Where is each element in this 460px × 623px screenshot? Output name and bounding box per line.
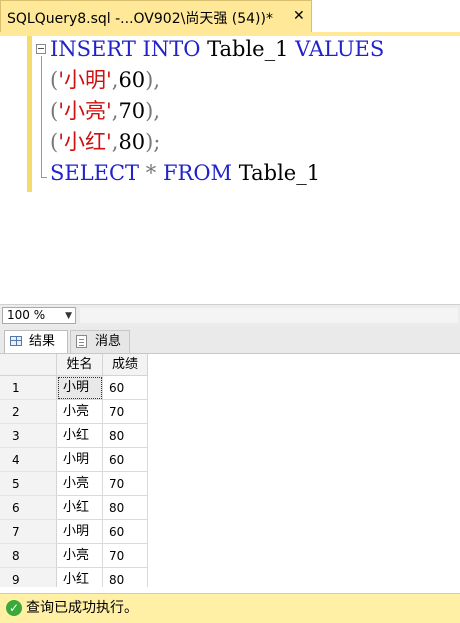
code-token: Table_1 <box>232 161 321 185</box>
code-token: ); <box>145 130 161 154</box>
zoom-bar: 100 % ▼ <box>0 304 460 326</box>
table-row[interactable]: 4 小明 60 <box>0 448 150 472</box>
code-token: '小明' <box>58 68 112 92</box>
table-row[interactable]: 8 小亮 70 <box>0 544 150 568</box>
row-number[interactable]: 3 <box>0 424 57 448</box>
code-token: ), <box>145 68 161 92</box>
zoom-value: 100 % <box>7 308 46 322</box>
table-row[interactable]: 2 小亮 70 <box>0 400 150 424</box>
code-token: 70 <box>118 99 146 123</box>
code-token: INSERT <box>50 37 136 61</box>
row-number[interactable]: 7 <box>0 520 57 544</box>
code-token: ( <box>50 99 59 123</box>
cell-name[interactable]: 小明 <box>57 376 103 400</box>
cell-name[interactable]: 小红 <box>57 496 103 520</box>
code-token: '小亮' <box>58 99 112 123</box>
cell-score[interactable]: 60 <box>103 376 148 400</box>
table-row[interactable]: 5 小亮 70 <box>0 472 150 496</box>
table-row[interactable]: 9 小红 80 <box>0 568 150 587</box>
code-token: INTO <box>142 37 201 61</box>
change-marker-gutter <box>27 36 32 192</box>
column-header-score[interactable]: 成绩 <box>103 354 148 376</box>
code-token: ( <box>50 68 59 92</box>
code-token: 80 <box>118 130 146 154</box>
status-text: 查询已成功执行。 <box>26 600 138 616</box>
code-token: '小红' <box>58 130 112 154</box>
document-tab-bar: SQLQuery8.sql -...OV902\尚天强 (54))* ✕ <box>0 0 460 33</box>
cell-score[interactable]: 70 <box>103 472 148 496</box>
code-token: ), <box>145 99 161 123</box>
query-tab[interactable]: SQLQuery8.sql -...OV902\尚天强 (54))* ✕ <box>0 0 312 32</box>
cell-score[interactable]: 60 <box>103 520 148 544</box>
code-line: ('小红',80); <box>50 127 160 157</box>
zoom-dropdown[interactable]: 100 % ▼ <box>2 307 76 324</box>
close-icon[interactable]: ✕ <box>293 9 307 23</box>
code-token: * <box>145 161 157 185</box>
code-line: INSERT INTO Table_1 VALUES <box>50 34 384 64</box>
horizontal-scrollbar[interactable] <box>80 308 458 323</box>
cell-name[interactable]: 小红 <box>57 568 103 587</box>
fold-guide <box>41 56 42 178</box>
success-check-icon: ✓ <box>6 600 22 616</box>
code-token: 60 <box>118 68 146 92</box>
code-token: FROM <box>162 161 233 185</box>
row-number[interactable]: 9 <box>0 568 57 587</box>
table-row[interactable]: 3 小红 80 <box>0 424 150 448</box>
cell-score[interactable]: 60 <box>103 448 148 472</box>
code-token: SELECT <box>50 161 140 185</box>
grid-corner[interactable] <box>0 354 57 376</box>
table-row[interactable]: 1 小明 60 <box>0 376 150 400</box>
table-row[interactable]: 6 小红 80 <box>0 496 150 520</box>
table-row[interactable]: 7 小明 60 <box>0 520 150 544</box>
code-token: VALUES <box>295 37 385 61</box>
tab-messages-label: 消息 <box>95 334 122 349</box>
row-number[interactable]: 1 <box>0 376 57 400</box>
code-token: Table_1 <box>200 37 296 61</box>
cell-score[interactable]: 80 <box>103 424 148 448</box>
cell-score[interactable]: 70 <box>103 544 148 568</box>
code-line: ('小明',60), <box>50 65 160 95</box>
code-token: ( <box>50 130 59 154</box>
message-icon <box>76 335 87 348</box>
tab-results-label: 结果 <box>29 334 56 349</box>
cell-score[interactable]: 70 <box>103 400 148 424</box>
cell-name[interactable]: 小亮 <box>57 472 103 496</box>
results-grid[interactable]: 姓名 成绩 1 小明 60 2 小亮 70 3 小红 80 4 小明 60 5 小亮 70 6 小红 80 7 小明 6… <box>0 354 460 587</box>
cell-score[interactable]: 80 <box>103 496 148 520</box>
collapse-toggle-icon[interactable] <box>36 44 46 54</box>
row-number[interactable]: 6 <box>0 496 57 520</box>
code-line: ('小亮',70), <box>50 96 160 126</box>
tab-results[interactable]: 结果 <box>4 330 68 353</box>
cell-name[interactable]: 小亮 <box>57 400 103 424</box>
row-number[interactable]: 8 <box>0 544 57 568</box>
row-number[interactable]: 2 <box>0 400 57 424</box>
row-number[interactable]: 5 <box>0 472 57 496</box>
cell-name[interactable]: 小明 <box>57 520 103 544</box>
chevron-down-icon: ▼ <box>65 311 72 321</box>
fold-guide-end <box>41 177 47 178</box>
column-header-name[interactable]: 姓名 <box>57 354 103 376</box>
row-number[interactable]: 4 <box>0 448 57 472</box>
cell-score[interactable]: 80 <box>103 568 148 587</box>
results-tab-bar: 结果 消息 <box>0 326 460 354</box>
cell-name[interactable]: 小红 <box>57 424 103 448</box>
status-bar: ✓ 查询已成功执行。 <box>0 593 460 623</box>
query-tab-title: SQLQuery8.sql -...OV902\尚天强 (54))* <box>7 11 273 27</box>
cell-name[interactable]: 小明 <box>57 448 103 472</box>
sql-editor[interactable]: INSERT INTO Table_1 VALUES ('小明',60), ('小亮… <box>0 36 460 304</box>
code-line: SELECT * FROM Table_1 <box>50 158 320 188</box>
cell-name[interactable]: 小亮 <box>57 544 103 568</box>
grid-icon <box>10 336 22 346</box>
tab-messages[interactable]: 消息 <box>70 330 130 353</box>
